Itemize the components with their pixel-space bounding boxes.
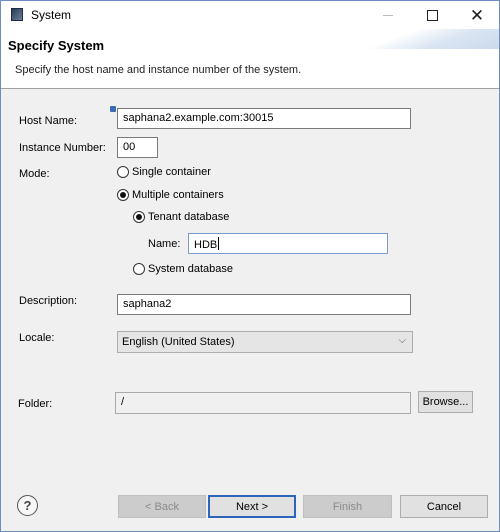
folder-label: Folder: — [18, 398, 53, 410]
minimize-button[interactable] — [365, 1, 411, 29]
folder-input[interactable]: / — [115, 392, 411, 414]
app-icon — [11, 8, 23, 21]
instance-number-input[interactable]: 00 — [117, 137, 158, 158]
radio-label: Single container — [132, 166, 211, 178]
chevron-down-icon: ⌵ — [398, 335, 406, 346]
window-title: System — [31, 8, 72, 22]
maximize-button[interactable] — [409, 1, 455, 29]
tenant-name-value: HDB — [194, 239, 218, 251]
title-bar: System ✕ — [1, 1, 499, 29]
system-dialog: System ✕ Specify System Specify the host… — [0, 0, 500, 532]
mode-label: Mode: — [19, 168, 50, 180]
close-button[interactable]: ✕ — [454, 1, 500, 29]
radio-tenant-database[interactable]: Tenant database — [133, 211, 229, 223]
tenant-name-input[interactable]: HDB — [188, 233, 388, 254]
page-description: Specify the host name and instance numbe… — [15, 64, 302, 76]
page-title: Specify System — [8, 38, 105, 53]
text-cursor — [218, 237, 220, 250]
instance-number-label: Instance Number: — [19, 142, 106, 154]
radio-single-container[interactable]: Single container — [117, 166, 211, 178]
banner-decoration — [359, 29, 499, 49]
radio-label: Tenant database — [148, 211, 230, 223]
locale-value: English (United States) — [122, 336, 235, 348]
radio-label: Multiple containers — [132, 189, 224, 201]
next-button[interactable]: Next > — [208, 495, 296, 518]
radio-checked-icon — [117, 189, 129, 201]
finish-button[interactable]: Finish — [303, 495, 392, 518]
maximize-icon — [426, 9, 438, 21]
minimize-icon — [383, 14, 393, 16]
info-icon — [110, 106, 116, 112]
host-name-label: Host Name: — [19, 115, 78, 127]
cancel-button[interactable]: Cancel — [400, 495, 488, 518]
tenant-name-label: Name: — [148, 238, 181, 250]
radio-label: System database — [148, 263, 233, 275]
radio-multiple-containers[interactable]: Multiple containers — [117, 189, 224, 201]
radio-checked-icon — [133, 211, 145, 223]
locale-select[interactable]: English (United States) ⌵ — [117, 331, 413, 353]
locale-label: Locale: — [19, 332, 55, 344]
browse-button[interactable]: Browse... — [418, 391, 473, 413]
back-button[interactable]: < Back — [118, 495, 206, 518]
help-icon[interactable]: ? — [17, 495, 38, 516]
host-name-input[interactable]: saphana2.example.com:30015 — [117, 108, 411, 129]
radio-unchecked-icon — [133, 263, 145, 275]
radio-system-database[interactable]: System database — [133, 263, 233, 275]
description-label: Description: — [19, 295, 78, 307]
radio-unchecked-icon — [117, 166, 129, 178]
description-input[interactable]: saphana2 — [117, 294, 411, 315]
close-icon: ✕ — [469, 5, 485, 25]
wizard-banner: Specify System Specify the host name and… — [1, 29, 499, 89]
